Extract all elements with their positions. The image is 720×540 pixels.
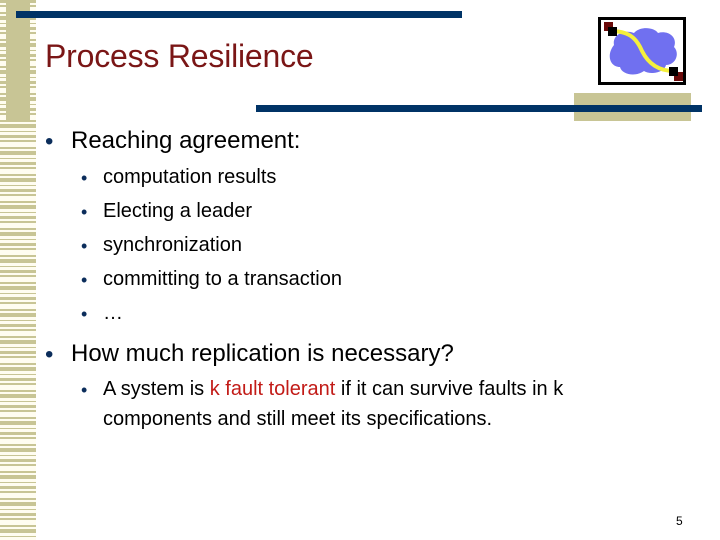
slide: Process Resilience • Reaching agreement:… bbox=[0, 0, 720, 540]
bullet-replication-question: How much replication is necessary? bbox=[71, 340, 454, 367]
sub-bullet-dot: • bbox=[81, 270, 88, 290]
bullet-reaching-agreement: Reaching agreement: bbox=[71, 127, 301, 154]
sub-bullet-item: … bbox=[103, 302, 123, 324]
fault-tolerance-text-line2: components and still meet its specificat… bbox=[103, 408, 493, 430]
network-cloud-path-icon bbox=[598, 17, 686, 85]
sub-bullet-dot: • bbox=[81, 380, 88, 400]
top-rule-line bbox=[16, 11, 462, 18]
sub-bullet-item: synchronization bbox=[103, 234, 242, 256]
sub-bullet-item: computation results bbox=[103, 166, 277, 188]
fault-tolerance-text-pre: A system is bbox=[103, 378, 210, 400]
k-fault-tolerant-highlight: k fault tolerant bbox=[209, 378, 336, 400]
left-decorative-block bbox=[6, 3, 30, 121]
sub-bullet-dot: • bbox=[81, 168, 88, 188]
bullet-dot: • bbox=[45, 128, 54, 155]
sub-bullet-dot: • bbox=[81, 304, 88, 324]
sub-bullet-dot: • bbox=[81, 236, 88, 256]
sub-bullet-item: committing to a transaction bbox=[103, 268, 342, 290]
fault-tolerance-text-post: if it can survive faults in k bbox=[335, 378, 564, 400]
slide-title: Process Resilience bbox=[45, 38, 314, 74]
title-underline-rule bbox=[256, 105, 702, 112]
node-bottom bbox=[669, 67, 678, 76]
sub-bullet-fault-tolerance: A system is k fault tolerant if it can s… bbox=[103, 374, 563, 434]
sub-bullet-item: Electing a leader bbox=[103, 200, 252, 222]
page-number: 5 bbox=[676, 514, 683, 528]
bullet-dot: • bbox=[45, 341, 54, 368]
sub-bullet-dot: • bbox=[81, 202, 88, 222]
node-top bbox=[608, 27, 617, 36]
